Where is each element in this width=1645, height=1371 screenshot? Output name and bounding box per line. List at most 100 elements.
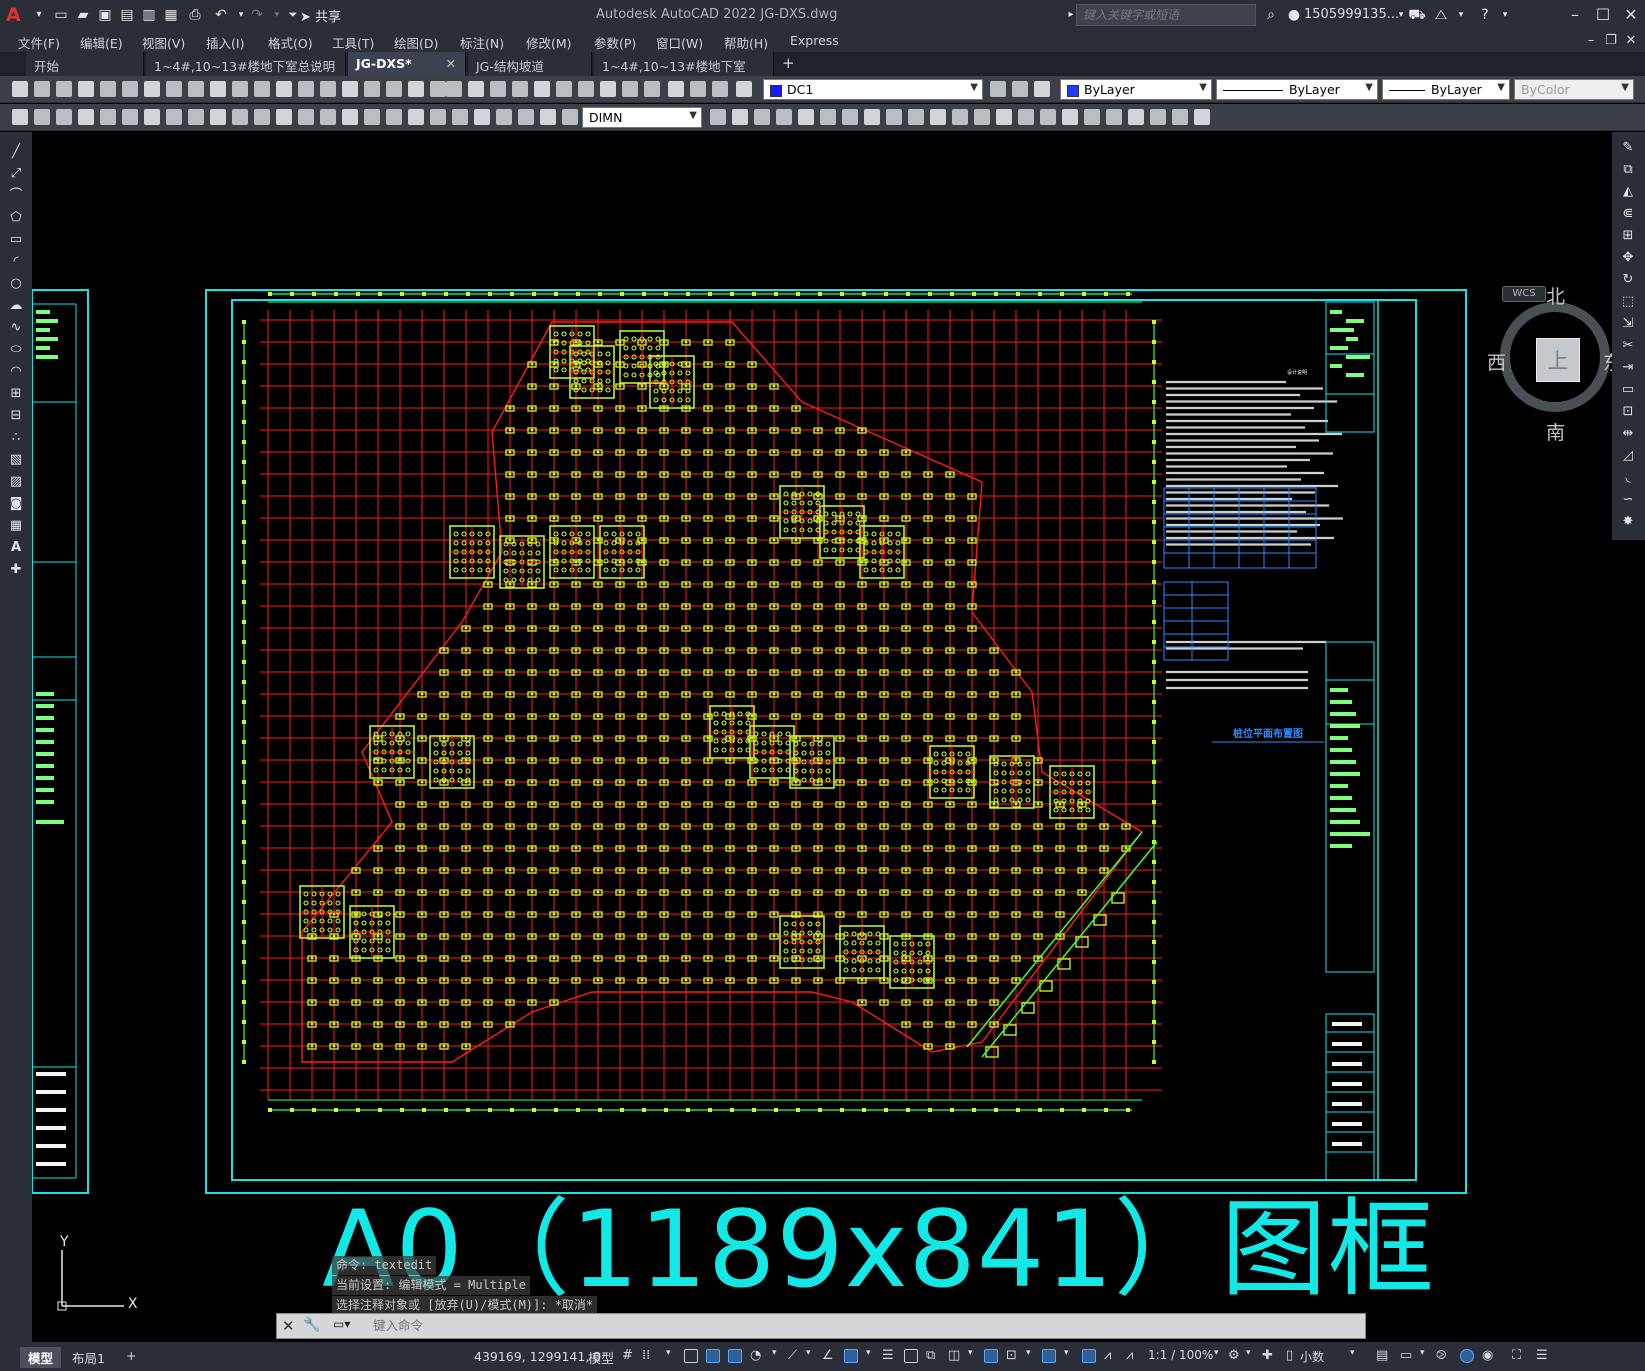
doc-close-icon[interactable]: ✕ bbox=[1620, 30, 1642, 52]
standard-tool-3-icon[interactable] bbox=[56, 81, 72, 97]
tab-start[interactable]: 开始 bbox=[26, 52, 144, 76]
menu-format[interactable]: 格式(O) bbox=[268, 33, 313, 52]
dimension-tool-26-icon[interactable] bbox=[562, 109, 578, 125]
dimension-tool-12-icon[interactable] bbox=[254, 109, 270, 125]
menu-draw[interactable]: 绘图(D) bbox=[394, 33, 438, 52]
grid-icon[interactable]: # bbox=[622, 1348, 633, 1363]
dimension-tool-3-icon[interactable] bbox=[56, 109, 72, 125]
color-dropdown[interactable]: ByLayer ▼ bbox=[1060, 79, 1212, 100]
selection-filter-icon[interactable]: ⊡ bbox=[1006, 1348, 1017, 1363]
infer-constraints-icon[interactable] bbox=[684, 1349, 698, 1363]
model-space-toggle[interactable]: 模型 bbox=[588, 1348, 614, 1367]
standard-tool-2-icon[interactable] bbox=[34, 81, 50, 97]
standard-tool-4-icon[interactable] bbox=[78, 81, 94, 97]
dimension-tool-28-icon[interactable] bbox=[732, 109, 748, 125]
annotation-scale-icon[interactable]: ⩘ bbox=[1126, 1348, 1133, 1363]
share-button[interactable]: ➤ 共享 bbox=[300, 6, 341, 25]
plotstyle-dropdown[interactable]: ByColor ▼ bbox=[1514, 79, 1634, 100]
dimension-tool-36-icon[interactable] bbox=[908, 109, 924, 125]
dimension-tool-46-icon[interactable] bbox=[1128, 109, 1144, 125]
dimension-tool-32-icon[interactable] bbox=[820, 109, 836, 125]
dimension-tool-48-icon[interactable] bbox=[1172, 109, 1188, 125]
doc-minimize-icon[interactable]: – bbox=[1580, 30, 1602, 52]
new-tab-icon[interactable]: + bbox=[782, 54, 795, 72]
standard-tool-37-icon[interactable] bbox=[1034, 81, 1050, 97]
user-account[interactable]: 1505999135... bbox=[1304, 7, 1399, 22]
dimension-tool-8-icon[interactable] bbox=[166, 109, 182, 125]
dimstyle-dropdown[interactable]: DIMN ▼ bbox=[582, 107, 702, 128]
array-icon[interactable]: ⊞ bbox=[1620, 228, 1636, 244]
snap-icon[interactable]: ⁞⁞ bbox=[642, 1348, 650, 1363]
dimension-tool-33-icon[interactable] bbox=[842, 109, 858, 125]
menu-window[interactable]: 窗口(W) bbox=[656, 33, 703, 52]
standard-tool-18-icon[interactable] bbox=[386, 81, 402, 97]
compass-south[interactable]: 南 bbox=[1546, 418, 1565, 445]
dimension-tool-29-icon[interactable] bbox=[754, 109, 770, 125]
tab-jg-dxs[interactable]: JG-DXS* ✕ bbox=[348, 52, 466, 76]
dimension-tool-37-icon[interactable] bbox=[930, 109, 946, 125]
plot-icon[interactable]: ▦ bbox=[162, 6, 180, 24]
dimension-tool-31-icon[interactable] bbox=[798, 109, 814, 125]
dimension-tool-22-icon[interactable] bbox=[474, 109, 490, 125]
annotation-scale[interactable]: 1:1 / 100% bbox=[1148, 1348, 1213, 1362]
close-tab-icon[interactable]: ✕ bbox=[446, 56, 456, 71]
dimension-tool-10-icon[interactable] bbox=[210, 109, 226, 125]
standard-tool-1-icon[interactable] bbox=[12, 81, 28, 97]
user-icon[interactable]: ● bbox=[1285, 6, 1303, 24]
dimension-tool-6-icon[interactable] bbox=[122, 109, 138, 125]
annotation-monitor-icon[interactable]: ✚ bbox=[1262, 1348, 1273, 1363]
dimension-tool-42-icon[interactable] bbox=[1040, 109, 1056, 125]
help-icon[interactable]: ? bbox=[1476, 6, 1494, 24]
menu-dimension[interactable]: 标注(N) bbox=[460, 33, 504, 52]
circle-icon[interactable]: ○ bbox=[8, 276, 24, 292]
standard-tool-31-icon[interactable] bbox=[668, 81, 684, 97]
dimension-tool-39-icon[interactable] bbox=[974, 109, 990, 125]
compass-west[interactable]: 西 bbox=[1487, 348, 1506, 375]
dimension-tool-2-icon[interactable] bbox=[34, 109, 50, 125]
standard-tool-32-icon[interactable] bbox=[690, 81, 706, 97]
autodesk-a360-icon[interactable]: ⧍ bbox=[1432, 6, 1450, 24]
filter-dropdown-icon[interactable]: ▾ bbox=[1026, 1348, 1031, 1358]
standard-tool-10-icon[interactable] bbox=[210, 81, 226, 97]
standard-tool-22-icon[interactable] bbox=[468, 81, 484, 97]
offset-icon[interactable]: ⋐ bbox=[1620, 206, 1636, 222]
standard-tool-5-icon[interactable] bbox=[100, 81, 116, 97]
standard-tool-20-icon[interactable] bbox=[430, 81, 446, 97]
make-block-icon[interactable]: ⊟ bbox=[8, 408, 24, 424]
gizmo-icon[interactable] bbox=[1042, 1349, 1056, 1363]
object-snap-tracking-icon[interactable]: ∠ bbox=[822, 1348, 834, 1363]
model-space-canvas[interactable]: 桩位平面布置图 设计说明 北 南 东 西 上 WCS Y X bbox=[32, 132, 1612, 1342]
viewcube-top-face[interactable]: 上 bbox=[1536, 338, 1580, 382]
dimension-tool-44-icon[interactable] bbox=[1084, 109, 1100, 125]
dynamic-input-icon[interactable] bbox=[706, 1349, 720, 1363]
dimension-tool-18-icon[interactable] bbox=[386, 109, 402, 125]
dimension-tool-40-icon[interactable] bbox=[996, 109, 1012, 125]
linetype-dropdown[interactable]: ByLayer ▼ bbox=[1216, 79, 1378, 100]
dimension-tool-41-icon[interactable] bbox=[1018, 109, 1034, 125]
menu-view[interactable]: 视图(V) bbox=[142, 33, 185, 52]
construction-line-icon[interactable]: ⤢ bbox=[8, 166, 24, 182]
standard-tool-12-icon[interactable] bbox=[254, 81, 270, 97]
maximize-icon[interactable]: ☐ bbox=[1592, 4, 1614, 26]
fillet-icon[interactable]: ◟ bbox=[1620, 470, 1636, 486]
dimension-tool-30-icon[interactable] bbox=[776, 109, 792, 125]
annotation-visibility-icon[interactable] bbox=[1082, 1349, 1096, 1363]
dimension-tool-4-icon[interactable] bbox=[78, 109, 94, 125]
dimension-tool-13-icon[interactable] bbox=[276, 109, 292, 125]
save-icon[interactable]: ▣ bbox=[96, 6, 114, 24]
gradient-icon[interactable]: ▨ bbox=[8, 474, 24, 490]
3d-osnap-dropdown-icon[interactable]: ▾ bbox=[968, 1348, 973, 1358]
cart-icon[interactable]: ⛟ bbox=[1408, 6, 1426, 24]
standard-tool-30-icon[interactable] bbox=[644, 81, 660, 97]
units-dropdown[interactable]: 小数 bbox=[1300, 1348, 1324, 1365]
standard-tool-26-icon[interactable] bbox=[556, 81, 572, 97]
dimension-tool-19-icon[interactable] bbox=[408, 109, 424, 125]
snap-dropdown-icon[interactable]: ▾ bbox=[666, 1348, 671, 1358]
dimension-tool-45-icon[interactable] bbox=[1106, 109, 1122, 125]
saveas-icon[interactable]: ▤ bbox=[118, 6, 136, 24]
isodraft-icon[interactable]: ⟋ bbox=[788, 1348, 797, 1363]
gizmo-dropdown-icon[interactable]: ▾ bbox=[1064, 1348, 1069, 1358]
menu-file[interactable]: 文件(F) bbox=[18, 33, 60, 52]
menu-parametric[interactable]: 参数(P) bbox=[594, 33, 636, 52]
dimension-tool-25-icon[interactable] bbox=[540, 109, 556, 125]
